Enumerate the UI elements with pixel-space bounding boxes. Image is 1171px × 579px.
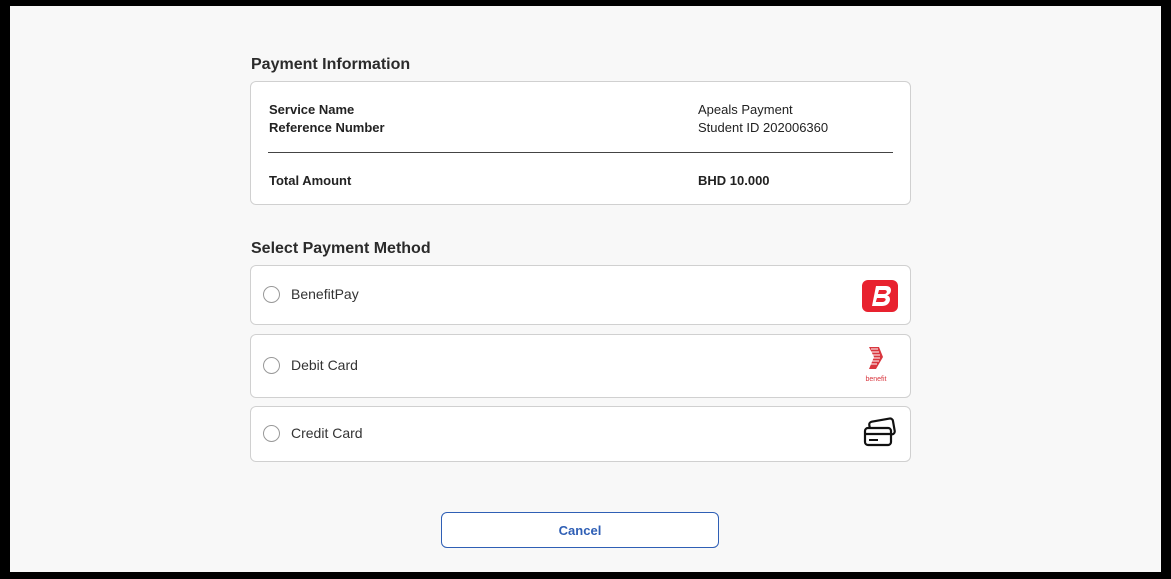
benefit-logo-text: benefit: [865, 376, 887, 383]
cancel-button[interactable]: Cancel: [441, 512, 719, 548]
benefitpay-radio[interactable]: [263, 286, 280, 303]
service-name-label: Service Name: [269, 102, 355, 117]
reference-number-value: Student ID 202006360: [698, 120, 829, 135]
payment-information-card: Service Name Apeals Payment Reference Nu…: [250, 81, 911, 205]
total-amount-label: Total Amount: [269, 173, 352, 188]
payment-method-credit-card[interactable]: Credit Card: [250, 406, 911, 462]
debit-card-radio[interactable]: [263, 357, 280, 374]
credit-card-label: Credit Card: [291, 425, 363, 441]
debit-card-label: Debit Card: [291, 357, 358, 373]
service-name-value: Apeals Payment: [698, 102, 793, 117]
credit-card-icon: [862, 417, 898, 454]
credit-card-radio[interactable]: [263, 425, 280, 442]
total-amount-value: BHD 10.000: [698, 173, 770, 188]
reference-number-label: Reference Number: [269, 120, 385, 135]
benefit-logo-icon: benefit: [854, 345, 898, 384]
benefitpay-logo-icon: [862, 280, 898, 317]
select-payment-method-title: Select Payment Method: [251, 240, 431, 257]
payment-method-benefitpay[interactable]: BenefitPay: [250, 265, 911, 325]
info-divider: [268, 152, 893, 153]
payment-method-debit-card[interactable]: Debit Card benefit: [250, 334, 911, 398]
benefitpay-label: BenefitPay: [291, 286, 359, 302]
payment-information-title: Payment Information: [251, 56, 411, 73]
page-frame: Payment Information Service Name Apeals …: [10, 6, 1161, 572]
